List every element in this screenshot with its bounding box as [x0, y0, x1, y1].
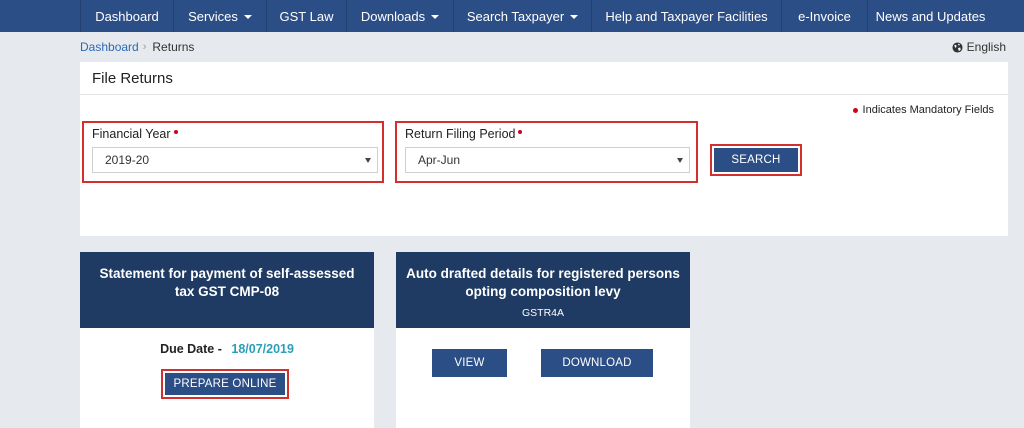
- return-period-label-text: Return Filing Period: [405, 127, 516, 141]
- nav-help-facilities-label: Help and Taxpayer Facilities: [605, 8, 768, 24]
- nav-gst-law[interactable]: GST Law: [266, 0, 346, 32]
- gstr4a-card: Auto drafted details for registered pers…: [396, 252, 690, 428]
- globe-icon: [952, 41, 963, 53]
- gstr4a-card-title: Auto drafted details for registered pers…: [406, 266, 680, 299]
- cmp08-card-title: Statement for payment of self-assessed t…: [99, 266, 355, 299]
- cmp08-card: Statement for payment of self-assessed t…: [80, 252, 374, 428]
- caret-down-icon: [431, 15, 440, 19]
- return-period-label: Return Filing Period: [405, 127, 523, 141]
- return-period-select[interactable]: Apr-Jun: [405, 147, 690, 173]
- nav-search-taxpayer-label: Search Taxpayer: [466, 8, 565, 24]
- download-button[interactable]: DOWNLOAD: [541, 349, 653, 377]
- file-returns-panel: File Returns Indicates Mandatory Fields …: [80, 62, 1008, 236]
- return-period-value: Apr-Jun: [418, 153, 461, 167]
- language-selector[interactable]: English: [952, 40, 1006, 54]
- nav-e-invoice[interactable]: e-Invoice: [781, 0, 867, 32]
- mandatory-note-text: Indicates Mandatory Fields: [862, 104, 994, 116]
- nav-news-updates-label: News and Updates: [875, 8, 986, 24]
- view-button[interactable]: VIEW: [432, 349, 507, 377]
- language-label: English: [966, 40, 1006, 54]
- financial-year-label-text: Financial Year: [92, 127, 171, 141]
- due-date-label: Due Date -: [160, 342, 222, 356]
- breadcrumb-current: Returns: [152, 40, 195, 54]
- top-navigation: Dashboard Services GST Law Downloads Sea…: [0, 0, 1024, 32]
- nav-services[interactable]: Services: [173, 0, 266, 32]
- caret-down-icon: [570, 15, 579, 19]
- financial-year-field: Financial Year 2019-20: [82, 121, 384, 183]
- dropdown-arrow-icon: [365, 158, 371, 163]
- financial-year-select[interactable]: 2019-20: [92, 147, 378, 173]
- due-date: Due Date - 18/07/2019: [80, 342, 374, 356]
- mandatory-note: Indicates Mandatory Fields: [852, 104, 994, 116]
- nav-dashboard[interactable]: Dashboard: [80, 0, 173, 32]
- breadcrumb-dashboard-link[interactable]: Dashboard: [80, 40, 139, 54]
- page-title: File Returns: [92, 70, 173, 87]
- required-dot-icon: [518, 129, 523, 134]
- cmp08-card-header: Statement for payment of self-assessed t…: [80, 252, 374, 328]
- nav-downloads-label: Downloads: [360, 8, 426, 24]
- due-date-value: 18/07/2019: [231, 342, 294, 356]
- nav-downloads[interactable]: Downloads: [346, 0, 453, 32]
- breadcrumb: Dashboard › Returns: [80, 40, 194, 54]
- caret-down-icon: [243, 15, 252, 19]
- required-dot-icon: [173, 129, 178, 134]
- financial-year-value: 2019-20: [105, 153, 150, 167]
- gstr4a-card-header: Auto drafted details for registered pers…: [396, 252, 690, 328]
- dropdown-arrow-icon: [677, 158, 683, 163]
- search-button-highlight: SEARCH: [710, 144, 802, 176]
- return-period-field: Return Filing Period Apr-Jun: [395, 121, 698, 183]
- nav-e-invoice-label: e-Invoice: [798, 8, 851, 24]
- search-button[interactable]: SEARCH: [714, 148, 798, 172]
- gstr4a-card-subtitle: GSTR4A: [521, 307, 564, 319]
- nav-gst-law-label: GST Law: [279, 8, 334, 24]
- nav-news-updates[interactable]: News and Updates: [867, 0, 993, 32]
- divider: [80, 94, 1008, 95]
- breadcrumb-separator: ›: [142, 41, 147, 53]
- nav-help-facilities[interactable]: Help and Taxpayer Facilities: [591, 0, 781, 32]
- nav-dashboard-label: Dashboard: [95, 8, 159, 24]
- nav-left-spacer: [0, 0, 80, 32]
- prepare-online-highlight: PREPARE ONLINE: [161, 369, 289, 399]
- prepare-online-button[interactable]: PREPARE ONLINE: [165, 373, 285, 395]
- nav-services-label: Services: [188, 8, 238, 24]
- nav-search-taxpayer[interactable]: Search Taxpayer: [453, 0, 591, 32]
- financial-year-label: Financial Year: [92, 127, 178, 141]
- required-dot-icon: [852, 107, 858, 113]
